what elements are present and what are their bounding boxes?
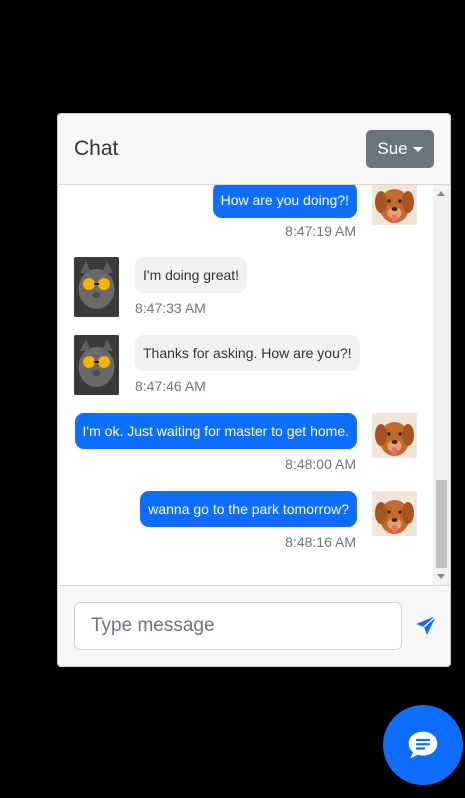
- message-bubble: I'm ok. Just waiting for master to get h…: [74, 413, 357, 449]
- scroll-down-arrow-icon[interactable]: [437, 574, 445, 579]
- message-timestamp: 8:48:16 AM: [285, 534, 356, 550]
- chat-bubble-icon: [408, 731, 438, 759]
- message-timestamp: 8:47:46 AM: [135, 378, 206, 394]
- send-button[interactable]: [414, 614, 438, 638]
- cat-avatar: [74, 257, 119, 317]
- chat-toggle-button[interactable]: [383, 705, 463, 785]
- message-bubble: Thanks for asking. How are you?!: [135, 335, 360, 371]
- message-timestamp: 8:48:00 AM: [285, 456, 356, 472]
- message-item: I'm ok. Just waiting for master to get h…: [58, 413, 433, 488]
- message-bubble: How are you doing?!: [212, 185, 357, 218]
- paper-plane-icon: [416, 615, 437, 635]
- message-item: I'm doing great! 8:47:33 AM: [58, 257, 433, 332]
- cat-avatar: [74, 335, 119, 395]
- dog-avatar: [372, 185, 417, 225]
- chat-title: Chat: [74, 137, 119, 160]
- message-item: wanna go to the park tomorrow? 8:48:16 A…: [58, 491, 433, 566]
- scroll-up-arrow-icon[interactable]: [437, 191, 445, 196]
- message-timestamp: 8:47:19 AM: [285, 223, 356, 239]
- current-user-label: Sue: [377, 139, 408, 158]
- message-timestamp: 8:47:33 AM: [135, 300, 206, 316]
- user-select-dropdown[interactable]: Sue: [366, 130, 434, 168]
- chat-window: Chat Sue How are you doing?! 8:47:19 AM …: [57, 113, 451, 667]
- message-input[interactable]: [74, 602, 402, 650]
- message-list-scrollbar[interactable]: [433, 185, 450, 585]
- message-bubble: wanna go to the park tomorrow?: [140, 491, 357, 527]
- dog-avatar: [372, 413, 417, 458]
- message-item: Thanks for asking. How are you?! 8:47:46…: [58, 335, 433, 410]
- scrollbar-thumb[interactable]: [436, 480, 447, 568]
- message-item: How are you doing?! 8:47:19 AM: [58, 185, 433, 255]
- dog-avatar: [372, 491, 417, 536]
- chat-header: Chat Sue: [58, 114, 450, 185]
- message-bubble: I'm doing great!: [135, 257, 248, 293]
- message-list[interactable]: How are you doing?! 8:47:19 AM I'm doing…: [58, 185, 450, 585]
- caret-down-icon: [412, 146, 423, 152]
- chat-footer: [58, 585, 450, 666]
